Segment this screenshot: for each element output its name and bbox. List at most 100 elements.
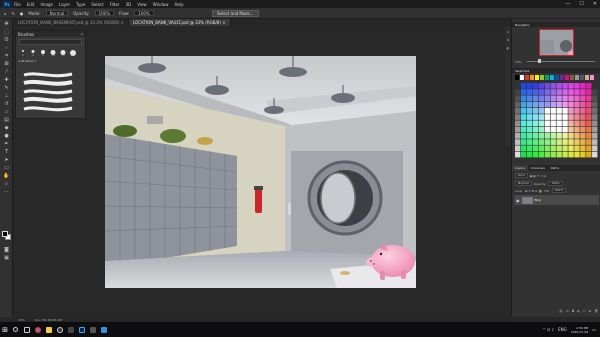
navigator-zoom-value[interactable]: 33%	[515, 60, 522, 64]
swatch-cell[interactable]	[538, 139, 545, 145]
swatch-cell[interactable]	[574, 139, 580, 145]
swatch-cell[interactable]	[580, 151, 586, 158]
swatch-cell[interactable]	[520, 108, 527, 114]
swatch-cell[interactable]	[515, 101, 521, 108]
swatch-cell[interactable]	[556, 139, 562, 145]
swatch-cell[interactable]	[538, 133, 545, 139]
navigator-thumbnail[interactable]	[539, 29, 574, 56]
swatch-cell[interactable]	[580, 139, 586, 145]
swatch-cell[interactable]	[568, 133, 574, 139]
brush-group-header[interactable]: ▸ Brushes 1	[19, 59, 82, 63]
swatch-cell[interactable]	[592, 108, 598, 114]
swatch-cell[interactable]	[544, 151, 550, 158]
layer-row[interactable]: ◉ Bkgr	[514, 195, 599, 205]
swatch-cell[interactable]	[550, 133, 556, 139]
swatch-cell[interactable]	[532, 133, 539, 139]
move-tool-icon[interactable]: ✥	[3, 21, 10, 27]
mask-icon[interactable]: ◘	[572, 309, 574, 316]
swatch-cell[interactable]	[550, 108, 556, 114]
menu-help[interactable]: Help	[174, 2, 183, 7]
tab-layers[interactable]: Layers	[512, 165, 528, 171]
menu-select[interactable]: Select	[91, 2, 103, 7]
swatch-cell[interactable]	[556, 95, 562, 102]
swatch-cell[interactable]	[520, 126, 527, 133]
new-layer-icon[interactable]: ⊞	[589, 309, 592, 316]
swatch-cell[interactable]	[580, 114, 586, 120]
swatch-cell[interactable]	[592, 139, 598, 145]
swatch-cell[interactable]	[520, 114, 527, 120]
frame-tool-icon[interactable]: ⊠	[3, 61, 10, 67]
brush-stroke-previews[interactable]	[22, 69, 82, 117]
notification-icon[interactable]: ▭	[592, 327, 596, 332]
opacity-field[interactable]: 100%	[94, 10, 115, 16]
swatch-cell[interactable]	[562, 126, 568, 133]
swatch-cell[interactable]	[526, 139, 533, 145]
swatch-cell[interactable]	[562, 83, 568, 89]
swatch-cell[interactable]	[515, 151, 521, 158]
flow-field[interactable]: 100%	[134, 10, 154, 16]
swatch-cell[interactable]	[515, 139, 521, 145]
swatch-cell[interactable]	[592, 101, 598, 108]
swatch-cell[interactable]	[586, 108, 592, 114]
menu-view[interactable]: View	[137, 2, 147, 7]
crop-tool-icon[interactable]: ⌗	[3, 53, 10, 59]
menu-layer[interactable]: Layer	[59, 2, 70, 7]
swatch-cell[interactable]	[586, 95, 592, 102]
swatch-cell[interactable]	[550, 145, 556, 152]
swatch-cell[interactable]	[515, 126, 521, 133]
swatch-cell[interactable]	[586, 139, 592, 145]
swatch-cell[interactable]	[586, 133, 592, 139]
swatch-cell[interactable]	[556, 120, 562, 127]
swatch-cell[interactable]	[520, 139, 527, 145]
swatch-cell[interactable]	[586, 83, 592, 89]
swatch-cell[interactable]	[526, 83, 533, 89]
swatch-cell[interactable]	[592, 83, 598, 89]
app-icon-3[interactable]	[98, 322, 109, 337]
swatch-cell[interactable]	[574, 101, 580, 108]
swatch-cell[interactable]	[562, 108, 568, 114]
brush-preset[interactable]: 5	[39, 47, 47, 57]
swatch-cell[interactable]	[538, 101, 545, 108]
brush-preset[interactable]: 10	[49, 47, 57, 57]
tab-channels[interactable]: Channels	[528, 165, 548, 171]
type-tool-icon[interactable]: T	[3, 149, 10, 155]
layer-kind-filter[interactable]: Kind	[515, 173, 528, 178]
swatch-cell[interactable]	[568, 114, 574, 120]
photoshop-taskbar-icon[interactable]	[76, 322, 87, 337]
adjustments-icon[interactable]: ◐	[506, 46, 510, 50]
swatch-cell[interactable]	[592, 120, 598, 127]
search-icon[interactable]	[10, 322, 21, 337]
obs-icon[interactable]	[54, 322, 65, 337]
swatch-cell[interactable]	[544, 145, 550, 152]
swatch-cell[interactable]	[515, 120, 521, 127]
swatch-cell[interactable]	[515, 95, 521, 102]
swatch-cell[interactable]	[586, 126, 592, 133]
swatch-cell[interactable]	[520, 89, 527, 95]
swatch-cell[interactable]	[550, 139, 556, 145]
filter-icons[interactable]: ▣ ◐ T ▭ ⊡	[530, 174, 546, 178]
swatch-cell[interactable]	[550, 120, 556, 127]
layer-name[interactable]: Bkgr	[535, 198, 542, 202]
recent-swatches[interactable]	[515, 75, 594, 80]
app-icon[interactable]	[65, 322, 76, 337]
group-icon[interactable]: ▭	[583, 309, 586, 316]
panel-menu-icon[interactable]: ≡	[80, 32, 83, 36]
swatch-cell[interactable]	[532, 151, 539, 158]
menu-edit[interactable]: Edit	[27, 2, 35, 7]
swatch-cell[interactable]	[532, 120, 539, 127]
swatch-cell[interactable]	[538, 151, 545, 158]
swatch-cell[interactable]	[592, 89, 598, 95]
swatch-cell[interactable]	[562, 95, 568, 102]
healing-tool-icon[interactable]: ✚	[3, 77, 10, 83]
swatch-cell[interactable]	[526, 145, 533, 152]
swatch-cell[interactable]	[556, 108, 562, 114]
swatch-cell[interactable]	[574, 108, 580, 114]
swatch-cell[interactable]	[515, 89, 521, 95]
eraser-tool-icon[interactable]: ▱	[3, 109, 10, 115]
maximize-icon[interactable]: ☐	[579, 1, 583, 7]
shape-tool-icon[interactable]: ▭	[3, 165, 10, 171]
swatch-cell[interactable]	[526, 126, 533, 133]
more-tools-icon[interactable]: ⋯	[3, 189, 10, 195]
swatch-cell[interactable]	[568, 108, 574, 114]
swatch-cell[interactable]	[532, 114, 539, 120]
